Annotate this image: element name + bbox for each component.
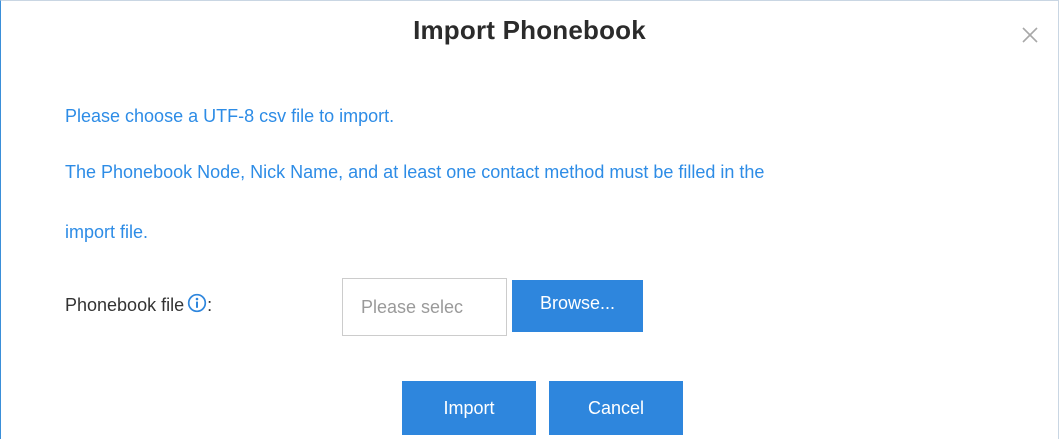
requirement-text-continued: import file.	[65, 222, 149, 242]
phonebook-file-label-text: Phonebook file	[65, 295, 185, 315]
info-icon[interactable]	[187, 293, 207, 313]
import-button[interactable]: Import	[402, 381, 536, 435]
dialog-title: Import Phonebook	[413, 15, 646, 45]
phonebook-file-label: Phonebook file :	[65, 293, 213, 316]
close-icon[interactable]	[1020, 25, 1040, 45]
label-colon: :	[207, 295, 213, 315]
cancel-button[interactable]: Cancel	[549, 381, 683, 435]
import-phonebook-dialog: Import Phonebook Please choose a UTF-8 c…	[0, 0, 1059, 439]
browse-button[interactable]: Browse...	[512, 280, 643, 332]
requirement-text: The Phonebook Node, Nick Name, and at le…	[65, 162, 765, 182]
file-path-input[interactable]	[342, 278, 507, 336]
instruction-text: Please choose a UTF-8 csv file to import…	[65, 106, 395, 126]
